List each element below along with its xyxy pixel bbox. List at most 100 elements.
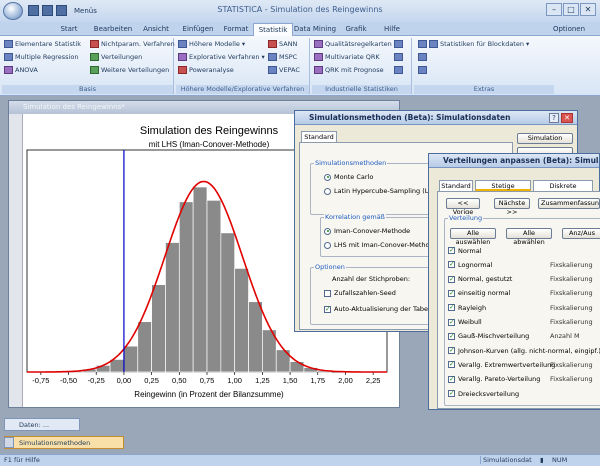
- distribution-row[interactable]: ✓ Gauß-Mischverteilung Anzahl M: [446, 330, 596, 343]
- radio-monte-carlo[interactable]: Monte Carlo: [324, 173, 373, 181]
- distribution-name: Verallg. Extremwertverteilung: [458, 360, 556, 369]
- auto-button[interactable]: Anz/Aus: [562, 228, 600, 239]
- distribution-row[interactable]: ✓ Verallg. Extremwertverteilung Fixskalier…: [446, 358, 596, 371]
- qualitaetsregelkarten-button[interactable]: Qualitätsregelkarten ▾: [314, 40, 397, 48]
- x-tick-label: 2,00: [338, 376, 353, 385]
- tab-bearbeiten[interactable]: Bearbeiten: [90, 23, 136, 36]
- distribution-row[interactable]: ✓ Weibull Fixskalierung: [446, 316, 596, 329]
- next-button[interactable]: Nächste >>: [494, 198, 530, 216]
- radio-lhs-iman-conover[interactable]: LHS mit Iman-Conover-Methode: [324, 241, 438, 249]
- distribution-row[interactable]: ✓ Normal, gestutzt Fixskalierung: [446, 273, 596, 286]
- deselect-all-button[interactable]: Alle abwählen: [506, 228, 552, 246]
- distribution-checkbox[interactable]: ✓: [448, 332, 455, 340]
- distribution-checkbox[interactable]: ✓: [448, 289, 455, 297]
- anova-icon: [4, 66, 13, 74]
- select-all-button[interactable]: Alle auswählen: [450, 228, 496, 246]
- distribution-info: Fixskalierung: [550, 289, 593, 298]
- tab-standard[interactable]: Standard: [439, 180, 473, 191]
- distribution-name: Johnson-Kurven (allg. nicht-normal, eing…: [458, 346, 600, 355]
- options-button[interactable]: Optionen: [548, 23, 590, 36]
- distribution-checkbox[interactable]: ✓: [448, 375, 455, 383]
- tab-format[interactable]: Format: [220, 23, 252, 36]
- distribution-checkbox[interactable]: ✓: [448, 275, 455, 283]
- distribution-checkbox[interactable]: ✓: [448, 247, 455, 254]
- random-seed-checkbox[interactable]: Zufallszahlen-Seed: [324, 289, 396, 297]
- distribution-checkbox[interactable]: ✓: [448, 318, 455, 326]
- summary-button[interactable]: Zusammenfassung: [538, 198, 600, 209]
- tab-grafik[interactable]: Grafik: [340, 23, 372, 36]
- tab-einfuegen[interactable]: Einfügen: [178, 23, 218, 36]
- minimized-simulation-window[interactable]: Simulationsmethoden: [4, 436, 124, 449]
- tab-diskrete-variablen[interactable]: Diskrete Variablen: [533, 180, 593, 200]
- radio-iman-conover[interactable]: Iman-Conover-Methode: [324, 227, 410, 235]
- histogram-bar: [178, 201, 194, 373]
- minimized-data-window[interactable]: Daten: ...: [4, 418, 80, 431]
- blockdaten-button[interactable]: Statistiken für Blockdaten ▾: [418, 40, 529, 48]
- industrie-tool-1[interactable]: [394, 40, 403, 48]
- distribution-row[interactable]: ✓ einseitig normal Fixskalierung: [446, 287, 596, 300]
- dialog-titlebar[interactable]: Simulationsmethoden (Beta): Simulationsd…: [295, 111, 577, 125]
- tab-ansicht[interactable]: Ansicht: [136, 23, 176, 36]
- regression-icon: [4, 53, 13, 61]
- industrie-tool-2[interactable]: [394, 53, 403, 61]
- hoehere-modelle-button[interactable]: Höhere Modelle ▾: [178, 40, 245, 48]
- verteilungen-button[interactable]: Verteilungen: [90, 53, 142, 61]
- distribution-checkbox[interactable]: ✓: [448, 361, 455, 369]
- distribution-row[interactable]: ✓ Johnson-Kurven (allg. nicht-normal, ein…: [446, 344, 600, 357]
- distribution-row[interactable]: ✓ Normal: [446, 244, 596, 257]
- multivariate-qrk-button[interactable]: Multivariate QRK: [314, 53, 380, 61]
- distribution-checkbox[interactable]: ✓: [448, 347, 455, 355]
- x-tick-label: -0,50: [60, 376, 77, 385]
- close-button[interactable]: ✕: [580, 3, 596, 16]
- extras-tool-1[interactable]: [418, 53, 427, 61]
- sann-button[interactable]: SANN: [268, 40, 297, 48]
- status-help-text: F1 für Hilfe: [4, 456, 40, 464]
- x-tick-label: 1,75: [310, 376, 325, 385]
- distribution-row[interactable]: ✓ Rayleigh Fixskalierung: [446, 301, 596, 314]
- group-label: Basis: [2, 85, 173, 94]
- vepac-button[interactable]: VEPAC: [268, 66, 300, 74]
- maximize-button[interactable]: □: [563, 3, 579, 16]
- radio-lhs[interactable]: Latin Hypercube-Sampling (LHS): [324, 187, 440, 195]
- distribution-row[interactable]: ✓ Lognormal Fixskalierung: [446, 258, 596, 271]
- mspc-button[interactable]: MSPC: [268, 53, 297, 61]
- tab-data-mining[interactable]: Data Mining: [293, 23, 337, 36]
- anova-button[interactable]: ANOVA: [4, 66, 38, 74]
- dialog-panel: << Vorige Nächste >> Zusammenfassung Ver…: [437, 191, 600, 409]
- window-list-icon[interactable]: [4, 437, 14, 448]
- x-tick-label: 1,50: [283, 376, 298, 385]
- distribution-checkbox[interactable]: ✓: [448, 261, 455, 269]
- tool-icon: [418, 66, 427, 74]
- group-hoehere-modelle: Höhere Modelle ▾ SANN Explorative Verfah…: [176, 38, 310, 94]
- model-icon: [178, 40, 187, 48]
- tab-standard[interactable]: Standard: [301, 131, 337, 142]
- ribbon: Elementare Statistik Nichtparam. Verfahr…: [0, 36, 600, 96]
- poweranalyse-button[interactable]: Poweranalyse: [178, 66, 234, 74]
- weitere-verteilungen-button[interactable]: Weitere Verteilungen: [90, 66, 169, 74]
- x-tick-label: -0,25: [88, 376, 105, 385]
- distribution-row[interactable]: ✓ Verallg. Pareto-Verteilung Fixskalierung: [446, 373, 596, 386]
- help-button[interactable]: ?: [549, 113, 559, 123]
- simulate-button[interactable]: Simulation: [517, 133, 573, 144]
- tab-hilfe[interactable]: Hilfe: [378, 23, 406, 36]
- dialog-close-button[interactable]: ✕: [561, 113, 573, 123]
- qrk-prognose-button[interactable]: QRK mit Prognose: [314, 66, 384, 74]
- elementare-statistik-button[interactable]: Elementare Statistik: [4, 40, 81, 48]
- tab-start[interactable]: Start: [52, 23, 86, 36]
- explorative-verfahren-button[interactable]: Explorative Verfahren ▾: [178, 53, 265, 61]
- nichtparam-button[interactable]: Nichtparam. Verfahren: [90, 40, 175, 48]
- multiple-regression-button[interactable]: Multiple Regression: [4, 53, 78, 61]
- distribution-checkbox[interactable]: ✓: [448, 304, 455, 312]
- auto-update-checkbox[interactable]: ✓ Auto-Aktualisierung der Tabelle: [324, 305, 436, 313]
- minimize-button[interactable]: –: [546, 3, 562, 16]
- tab-stetige-variablen[interactable]: Stetige Variablen: [475, 180, 531, 200]
- tab-statistik[interactable]: Statistik: [253, 23, 293, 36]
- distribution-info: Fixskalierung: [550, 303, 593, 312]
- dialog-titlebar[interactable]: Verteilungen anpassen (Beta): Simulation: [429, 154, 599, 168]
- extras-tool-2[interactable]: [418, 66, 427, 74]
- distribution-row[interactable]: ✓ Dreiecksverteilung: [446, 387, 596, 400]
- industrie-tool-3[interactable]: [394, 66, 403, 74]
- distribution-checkbox[interactable]: ✓: [448, 390, 455, 397]
- prev-button[interactable]: << Vorige: [446, 198, 480, 216]
- histogram-bar: [234, 268, 249, 373]
